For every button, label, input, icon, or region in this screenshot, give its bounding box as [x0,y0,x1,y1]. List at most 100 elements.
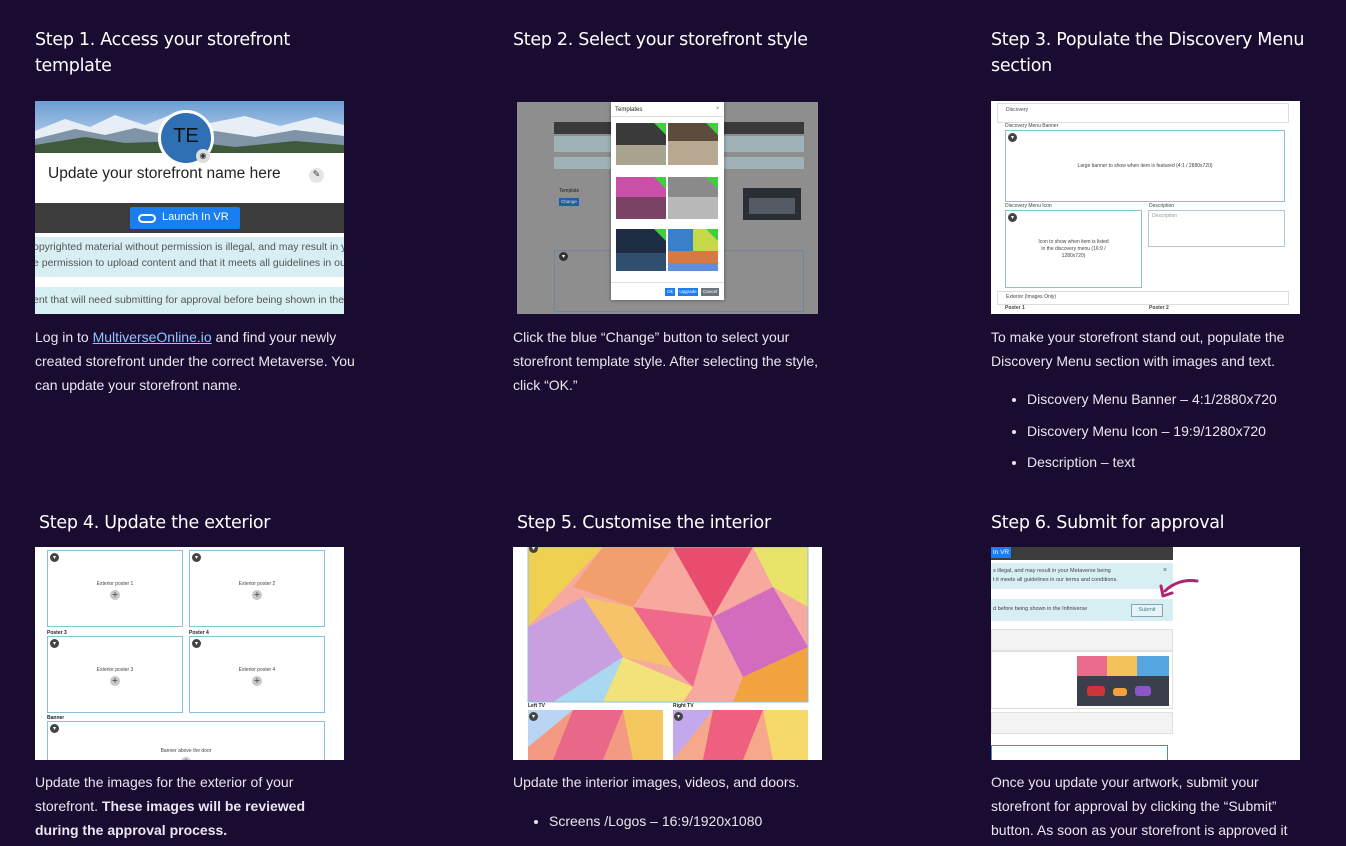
step-3-bullets: Discovery Menu Banner – 4:1/2880x720 Dis… [991,387,1321,474]
step-4-title: Step 4. Update the exterior [39,513,271,533]
step-5-screenshot: ▾ Left TV Right TV ▾ ▾ [513,547,822,760]
step-1-description: Log in to MultiverseOnline.io and find y… [35,325,355,397]
add-icon[interactable]: + [110,590,120,600]
discovery-section-label: Discovery [1006,107,1028,113]
poster-2-label: Poster 2 [1149,305,1169,311]
step-6: Step 6. Submit for approval [991,510,1311,536]
poster-4-hint: Exterior poster 4 [238,667,276,673]
notice-line-3: ent that will need submitting for approv… [35,294,344,306]
copyright-notice: opyrighted material without permission i… [35,237,344,277]
storefront-preview-image [1077,656,1169,706]
list-item: Screens /Logos – 16:9/1920x1080 [549,809,833,833]
exterior-poster-4-box[interactable]: ▾ Exterior poster 4 + [189,636,325,713]
step-3: Step 3. Populate the Discovery Menu sect… [991,27,1311,79]
step-2: Step 2. Select your storefront style [513,27,833,53]
edit-pencil-icon[interactable]: ✎ [309,168,324,183]
banner-upload-box[interactable]: ▾ Large banner to show when item is feat… [1005,130,1285,202]
step-6-screenshot: In VR s illegal, and may result in your … [991,547,1300,760]
add-icon[interactable]: + [181,757,191,760]
bg-template-label: Template [559,188,580,194]
poster-1-dropdown-icon[interactable]: ▾ [50,553,59,562]
exterior-header: Exterior (Images Only) [997,291,1289,305]
step-6-desc: Once you update your artwork, submit you… [991,774,1288,838]
icon-label: Discovery Menu Icon [1005,203,1052,209]
ok-button[interactable]: Ok [665,288,675,296]
description-label: Description [1149,203,1175,209]
step-5: Step 5. Customise the interior [517,510,837,536]
approval-notice: ent that will need submitting for approv… [35,287,344,314]
section-header [991,629,1173,651]
avatar-initials: TE [173,125,199,147]
notice-line-3: d before being shown in the Infiniverse [993,606,1088,612]
notice-line-1: opyrighted material without permission i… [35,241,344,253]
upgrade-button[interactable]: Upgrade [678,288,698,296]
exterior-poster-1-box[interactable]: ▾ Exterior poster 1 + [47,550,183,627]
modal-title: Templates [615,107,643,113]
discovery-header: Discovery [997,103,1289,123]
step-2-screenshot: Template Change ▾ Templates × Ok Upgrade… [517,102,818,314]
banner-dropdown-icon[interactable]: ▾ [50,724,59,733]
notice-line-2: e permission to upload content and that … [35,257,344,269]
poster-2-dropdown-icon[interactable]: ▾ [192,553,201,562]
add-icon[interactable]: + [110,676,120,686]
notice-line-2: t it meets all guidelines in our terms a… [993,577,1118,583]
step-5-bullets: Screens /Logos – 16:9/1920x1080 [513,809,833,833]
poster-3-hint: Exterior poster 3 [96,667,134,673]
exterior-banner-box[interactable]: ▾ Banner above the door + [47,721,325,760]
camera-icon[interactable]: ◉ [196,149,210,163]
template-thumb-6[interactable] [668,229,718,271]
description-placeholder: Description [1152,213,1178,219]
launch-vr-label: Launch In VR [162,211,229,223]
icon-dropdown-icon[interactable]: ▾ [1008,213,1017,222]
add-icon[interactable]: + [252,590,262,600]
launch-vr-button[interactable]: Launch In VR [130,207,240,229]
template-thumb-3[interactable] [616,177,666,219]
right-tv-dropdown-icon[interactable]: ▾ [674,712,683,721]
right-tv-label: Right TV [673,703,694,709]
exterior-poster-2-box[interactable]: ▾ Exterior poster 2 + [189,550,325,627]
poster-3-dropdown-icon[interactable]: ▾ [50,639,59,648]
left-tv-dropdown-icon[interactable]: ▾ [529,712,538,721]
banner-dropdown-icon[interactable]: ▾ [1008,133,1017,142]
multiverse-link[interactable]: MultiverseOnline.io [93,329,212,345]
avatar[interactable]: TE ◉ [158,110,214,166]
step-1-desc-prefix: Log in to [35,329,93,345]
cancel-button[interactable]: Cancel [701,288,719,296]
close-icon[interactable]: × [1163,567,1167,574]
template-thumb-2[interactable] [668,123,718,165]
icon-upload-box[interactable]: ▾ Icon to show when item is listed in th… [1005,210,1142,288]
poster-4-dropdown-icon[interactable]: ▾ [192,639,201,648]
step-1: Step 1. Access your storefront template [35,27,355,79]
left-tv-label: Left TV [528,703,545,709]
poster-2-hint: Exterior poster 2 [238,581,276,587]
launch-vr-button[interactable]: In VR [991,547,1011,558]
exterior-label: Exterior (Images Only) [1006,294,1057,300]
step-6-title: Step 6. Submit for approval [991,513,1225,533]
step-2-desc: Click the blue “Change” button to select… [513,329,819,393]
description-textarea[interactable]: Description [1148,210,1285,247]
templates-modal: Templates × Ok Upgrade Cancel [611,102,724,300]
list-item: Discovery Menu Icon – 19:9/1280x720 [1027,419,1321,443]
banner-label: Discovery Menu Banner [1005,123,1059,129]
step-3-description: To make your storefront stand out, popul… [991,325,1321,482]
upload-box[interactable] [991,745,1168,760]
add-icon[interactable]: + [252,676,262,686]
step-2-title: Step 2. Select your storefront style [513,30,808,50]
step-4-screenshot: ▾ Exterior poster 1 + ▾ Exterior poster … [35,547,344,760]
modal-close-icon[interactable]: × [716,106,720,112]
icon-hint: Icon to show when item is listed in the … [1038,239,1109,259]
interior-artwork-image [527,547,809,760]
template-thumb-1[interactable] [616,123,666,165]
step-5-title: Step 5. Customise the interior [517,513,771,533]
step-2-description: Click the blue “Change” button to select… [513,325,833,397]
banner-hint: Large banner to show when item is featur… [1077,163,1213,169]
list-item: Description – text [1027,450,1321,474]
template-thumb-4[interactable] [668,177,718,219]
poster-1-hint: Exterior poster 1 [96,581,134,587]
exterior-poster-3-box[interactable]: ▾ Exterior poster 3 + [47,636,183,713]
change-button[interactable]: Change [559,198,579,206]
storefront-name-field[interactable]: Update your storefront name here [48,165,281,183]
template-thumb-5[interactable] [616,229,666,271]
poster-1-label: Poster 1 [1005,305,1025,311]
notice-line-1: s illegal, and may result in your Metave… [993,568,1111,574]
